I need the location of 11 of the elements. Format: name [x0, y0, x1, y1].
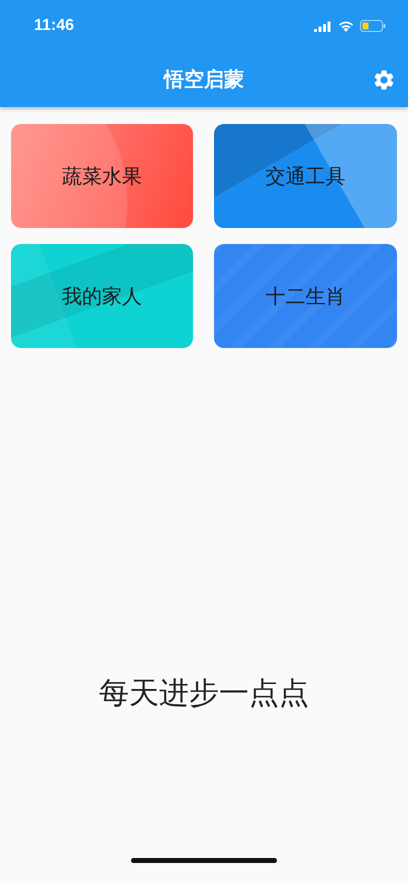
- category-card[interactable]: 我的家人: [11, 244, 193, 348]
- signal-icon: [314, 20, 332, 32]
- category-card[interactable]: 十二生肖: [214, 244, 397, 348]
- status-time: 11:46: [34, 17, 74, 35]
- category-card[interactable]: 蔬菜水果: [11, 124, 193, 228]
- app-title: 悟空启蒙: [164, 66, 244, 93]
- category-card[interactable]: 交通工具: [214, 124, 397, 228]
- wifi-icon: [338, 20, 354, 32]
- motto-text: 每天进步一点点: [99, 674, 309, 712]
- battery-icon: [360, 20, 386, 32]
- settings-icon[interactable]: [372, 68, 396, 92]
